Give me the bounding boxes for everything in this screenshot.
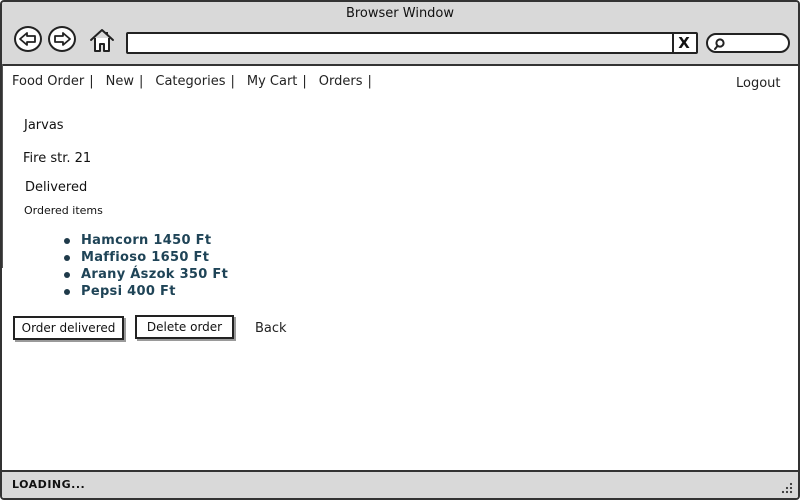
menu-separator: | xyxy=(89,74,94,89)
window-title: Browser Window xyxy=(345,6,455,21)
menu-item-new[interactable]: New | xyxy=(106,74,144,89)
menu-separator: | xyxy=(139,74,144,89)
bullet-icon xyxy=(64,255,70,261)
bullet-icon xyxy=(64,272,70,278)
ordered-items-label: Ordered items xyxy=(24,204,103,217)
menu-item-label: My Cart xyxy=(246,74,298,89)
menu-separator: | xyxy=(230,74,235,89)
list-item: Maffioso 1650 Ft xyxy=(62,249,228,266)
nav-menu: Food Order | New | Categories | My Cart | Or… xyxy=(12,74,384,89)
forward-arrow-icon xyxy=(54,32,71,46)
resize-grip-icon[interactable] xyxy=(780,481,794,495)
list-item-text: Maffioso 1650 Ft xyxy=(81,250,210,265)
clear-address-button[interactable]: X xyxy=(672,34,694,52)
delivery-address: Fire str. 21 xyxy=(23,151,92,166)
search-box[interactable] xyxy=(706,33,790,53)
delete-order-button[interactable]: Delete order xyxy=(135,315,234,339)
search-icon xyxy=(714,38,725,50)
list-item-text: Pepsi 400 Ft xyxy=(81,284,176,299)
list-item-text: Arany Ászok 350 Ft xyxy=(81,267,229,282)
customer-name: Jarvas xyxy=(24,118,64,133)
bullet-icon xyxy=(64,238,70,244)
forward-button[interactable] xyxy=(48,26,76,52)
list-item: Hamcorn 1450 Ft xyxy=(62,232,228,249)
back-link[interactable]: Back xyxy=(255,321,287,336)
address-bar[interactable]: X xyxy=(126,32,698,54)
logout-link[interactable]: Logout xyxy=(736,76,781,91)
browser-window: Browser Window X Food Order | New | Cate… xyxy=(0,0,800,500)
bullet-icon xyxy=(64,289,70,295)
status-bar: LOADING... xyxy=(2,470,798,498)
left-border-rule xyxy=(2,64,3,268)
menu-item-label: Categories xyxy=(155,74,226,89)
browser-chrome: Browser Window X xyxy=(2,2,798,66)
ordered-items-list: Hamcorn 1450 Ft Maffioso 1650 Ft Arany Á… xyxy=(62,232,228,300)
address-input[interactable] xyxy=(132,35,666,53)
menu-item-label: Orders xyxy=(318,74,363,89)
order-status: Delivered xyxy=(25,180,88,195)
back-arrow-icon xyxy=(19,32,36,46)
status-text: LOADING... xyxy=(12,478,86,491)
menu-separator: | xyxy=(367,74,372,89)
menu-separator: | xyxy=(302,74,307,89)
menu-item-my-cart[interactable]: My Cart | xyxy=(247,74,307,89)
list-item: Pepsi 400 Ft xyxy=(62,283,228,300)
menu-item-categories[interactable]: Categories | xyxy=(155,74,234,89)
back-button[interactable] xyxy=(14,26,42,52)
menu-item-label: Food Order xyxy=(12,74,85,89)
list-item: Arany Ászok 350 Ft xyxy=(62,266,228,283)
menu-item-food-order[interactable]: Food Order | xyxy=(12,74,94,89)
list-item-text: Hamcorn 1450 Ft xyxy=(81,233,212,248)
menu-item-label: New xyxy=(105,74,134,89)
order-delivered-button[interactable]: Order delivered xyxy=(13,316,124,340)
home-button[interactable] xyxy=(88,26,116,54)
home-icon xyxy=(90,29,114,52)
menu-item-orders[interactable]: Orders | xyxy=(319,74,372,89)
